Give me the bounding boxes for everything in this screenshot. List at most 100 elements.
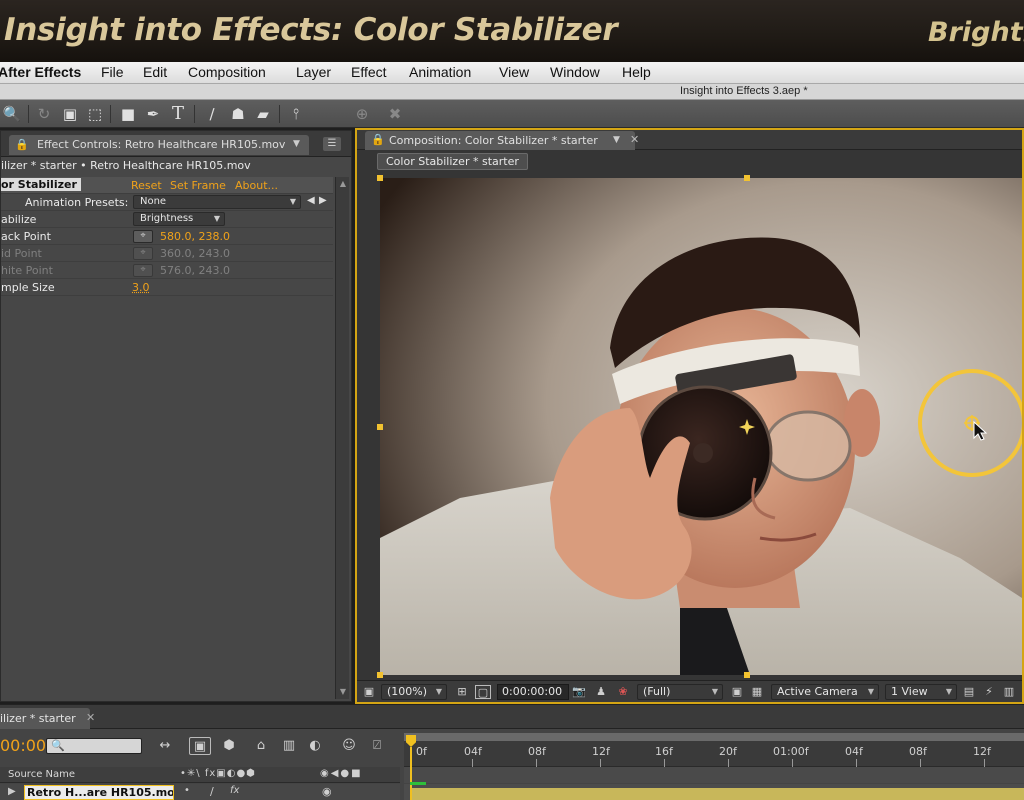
menu-after-effects[interactable]: After Effects <box>0 64 81 80</box>
crosshair-icon[interactable]: ⌖ <box>133 230 153 243</box>
time-ruler[interactable]: 0f 04f 08f 12f 16f 20f 01:00f 04f 08f 12… <box>404 733 1024 767</box>
composition-navigator-button[interactable]: Color Stabilizer * starter <box>377 153 528 170</box>
zoom-tool-icon[interactable]: 🔍 <box>2 104 22 124</box>
menu-layer[interactable]: Layer <box>296 64 331 80</box>
chevron-down-icon: ▼ <box>435 687 442 696</box>
timeline-icon[interactable]: ▥ <box>1001 685 1017 699</box>
frame-blending-icon[interactable]: ▥ <box>278 737 300 755</box>
resolution-dropdown[interactable]: (Full) ▼ <box>637 684 723 700</box>
axis-world-icon[interactable]: ✖ <box>385 104 405 124</box>
lock-icon[interactable]: 🔒 <box>371 133 385 146</box>
menu-composition[interactable]: Composition <box>188 64 266 80</box>
tab-composition[interactable]: 🔒 Composition: Color Stabilizer * starte… <box>365 131 635 150</box>
menu-help[interactable]: Help <box>622 64 651 80</box>
rotate-tool-icon[interactable]: ↻ <box>34 104 54 124</box>
graph-editor-icon[interactable]: ⍁ <box>366 737 388 755</box>
camera-tool-icon[interactable]: ▣ <box>60 104 80 124</box>
reset-link[interactable]: Reset <box>131 179 162 192</box>
puppet-pin-tool-icon[interactable]: ⫯ <box>286 104 306 124</box>
current-time-display[interactable]: 00:00 <box>0 736 46 755</box>
stabilize-dropdown[interactable]: Brightness ▼ <box>133 212 225 226</box>
effect-controls-scrollbar[interactable]: ▲ ▼ <box>335 177 349 699</box>
panel-menu-icon[interactable]: ☰ <box>323 137 341 151</box>
mask-visibility-icon[interactable]: ▢ <box>475 685 491 699</box>
effect-name[interactable]: or Stabilizer <box>1 178 81 191</box>
close-icon[interactable]: ✕ <box>630 133 639 146</box>
camera-view-dropdown[interactable]: Active Camera ▼ <box>771 684 879 700</box>
show-snapshot-icon[interactable]: ♟ <box>593 685 609 699</box>
about-link[interactable]: About... <box>235 179 278 192</box>
effect-header-color-stabilizer[interactable]: or Stabilizer Reset Set Frame About... <box>1 177 333 194</box>
layer-handle[interactable] <box>377 175 383 181</box>
pen-tool-icon[interactable]: ✒ <box>143 104 163 124</box>
menu-edit[interactable]: Edit <box>143 64 167 80</box>
footage-frame <box>380 178 1022 675</box>
layer-handle[interactable] <box>377 672 383 678</box>
always-preview-icon[interactable]: ▣ <box>361 685 377 699</box>
layer-handle[interactable] <box>744 175 750 181</box>
preset-prev-icon[interactable]: ◀ <box>307 195 315 206</box>
brainstorm-icon[interactable]: ☺ <box>338 737 360 755</box>
quality-switch-icon[interactable]: ∕ <box>210 785 214 798</box>
black-point-value[interactable]: 580.0, 238.0 <box>160 230 230 243</box>
menu-window[interactable]: Window <box>550 64 600 80</box>
menu-effect[interactable]: Effect <box>351 64 387 80</box>
layer-track[interactable] <box>404 784 1024 800</box>
chevron-down-icon[interactable]: ▼ <box>293 139 300 149</box>
menu-file[interactable]: File <box>101 64 124 80</box>
layer-handle[interactable] <box>744 672 750 678</box>
layer-name[interactable]: Retro H...are HR105.mov <box>24 785 174 800</box>
clone-stamp-tool-icon[interactable]: ☗ <box>228 104 248 124</box>
playhead-cap[interactable] <box>406 735 416 747</box>
fast-previews-icon[interactable]: ⚡ <box>981 685 997 699</box>
transparency-grid-icon[interactable]: ▦ <box>749 685 765 699</box>
layer-handle[interactable] <box>377 424 383 430</box>
ruler-tick <box>792 759 793 767</box>
sample-size-value[interactable]: 3.0 <box>132 281 150 294</box>
lock-icon[interactable]: 🔒 <box>15 138 29 151</box>
axis-local-icon[interactable]: ⊕ <box>352 104 372 124</box>
safe-margins-icon[interactable]: ⊞ <box>454 685 470 699</box>
close-icon[interactable]: ✕ <box>86 711 95 724</box>
tab-timeline[interactable]: ilizer * starter <box>0 708 90 729</box>
region-of-interest-icon[interactable]: ▣ <box>729 685 745 699</box>
ruler-tick <box>728 759 729 767</box>
layer-duration-bar[interactable] <box>412 788 1024 800</box>
expand-icon[interactable]: ▶ <box>8 786 16 797</box>
tab-effect-controls[interactable]: 🔒 Effect Controls: Retro Healthcare HR10… <box>9 135 309 155</box>
type-tool-icon[interactable]: T <box>168 104 188 124</box>
motion-blur-icon[interactable]: ◐ <box>304 737 326 755</box>
rectangle-mask-tool-icon[interactable]: ■ <box>118 104 138 124</box>
set-frame-link[interactable]: Set Frame <box>170 179 226 192</box>
pan-behind-tool-icon[interactable]: ⬚ <box>85 104 105 124</box>
animation-presets-dropdown[interactable]: None ▼ <box>133 195 301 209</box>
snapshot-icon[interactable]: 📷 <box>571 685 587 699</box>
scroll-down-icon[interactable]: ▼ <box>336 685 350 699</box>
eraser-tool-icon[interactable]: ▰ <box>253 104 273 124</box>
draft-3d-icon[interactable]: ⬢ <box>218 737 240 755</box>
toggle-pixel-aspect-icon[interactable]: ▤ <box>961 685 977 699</box>
ruler-tick <box>664 759 665 767</box>
comp-mini-flowchart-icon[interactable]: ↔ <box>154 737 176 755</box>
shy-switch-icon[interactable]: • <box>184 785 190 796</box>
timeline-layer-row[interactable]: ▶ Retro H...are HR105.mov • ∕ fx ◉ <box>0 784 400 800</box>
live-update-icon[interactable]: ▣ <box>189 737 211 755</box>
current-time-field[interactable]: 0:00:00:00 <box>497 684 569 700</box>
brush-tool-icon[interactable]: ∕ <box>202 104 222 124</box>
hide-shy-layers-icon[interactable]: ⌂ <box>250 737 272 755</box>
current-time-indicator[interactable] <box>406 735 416 800</box>
composition-viewer[interactable] <box>380 178 1022 675</box>
menu-view[interactable]: View <box>499 64 529 80</box>
effect-switch-icon[interactable]: fx <box>230 785 239 796</box>
source-name-header[interactable]: Source Name <box>8 769 75 780</box>
preset-next-icon[interactable]: ▶ <box>319 195 327 206</box>
work-area-bar[interactable] <box>404 733 1024 741</box>
view-layout-dropdown[interactable]: 1 View ▼ <box>885 684 957 700</box>
eye-icon[interactable]: ◉ <box>322 785 332 798</box>
chevron-down-icon[interactable]: ▼ <box>613 135 620 145</box>
color-channels-icon[interactable]: ❀ <box>615 685 631 699</box>
timeline-search-input[interactable]: 🔍 <box>46 738 142 754</box>
scroll-up-icon[interactable]: ▲ <box>336 177 350 191</box>
menu-animation[interactable]: Animation <box>409 64 471 80</box>
magnification-dropdown[interactable]: (100%) ▼ <box>381 684 447 700</box>
